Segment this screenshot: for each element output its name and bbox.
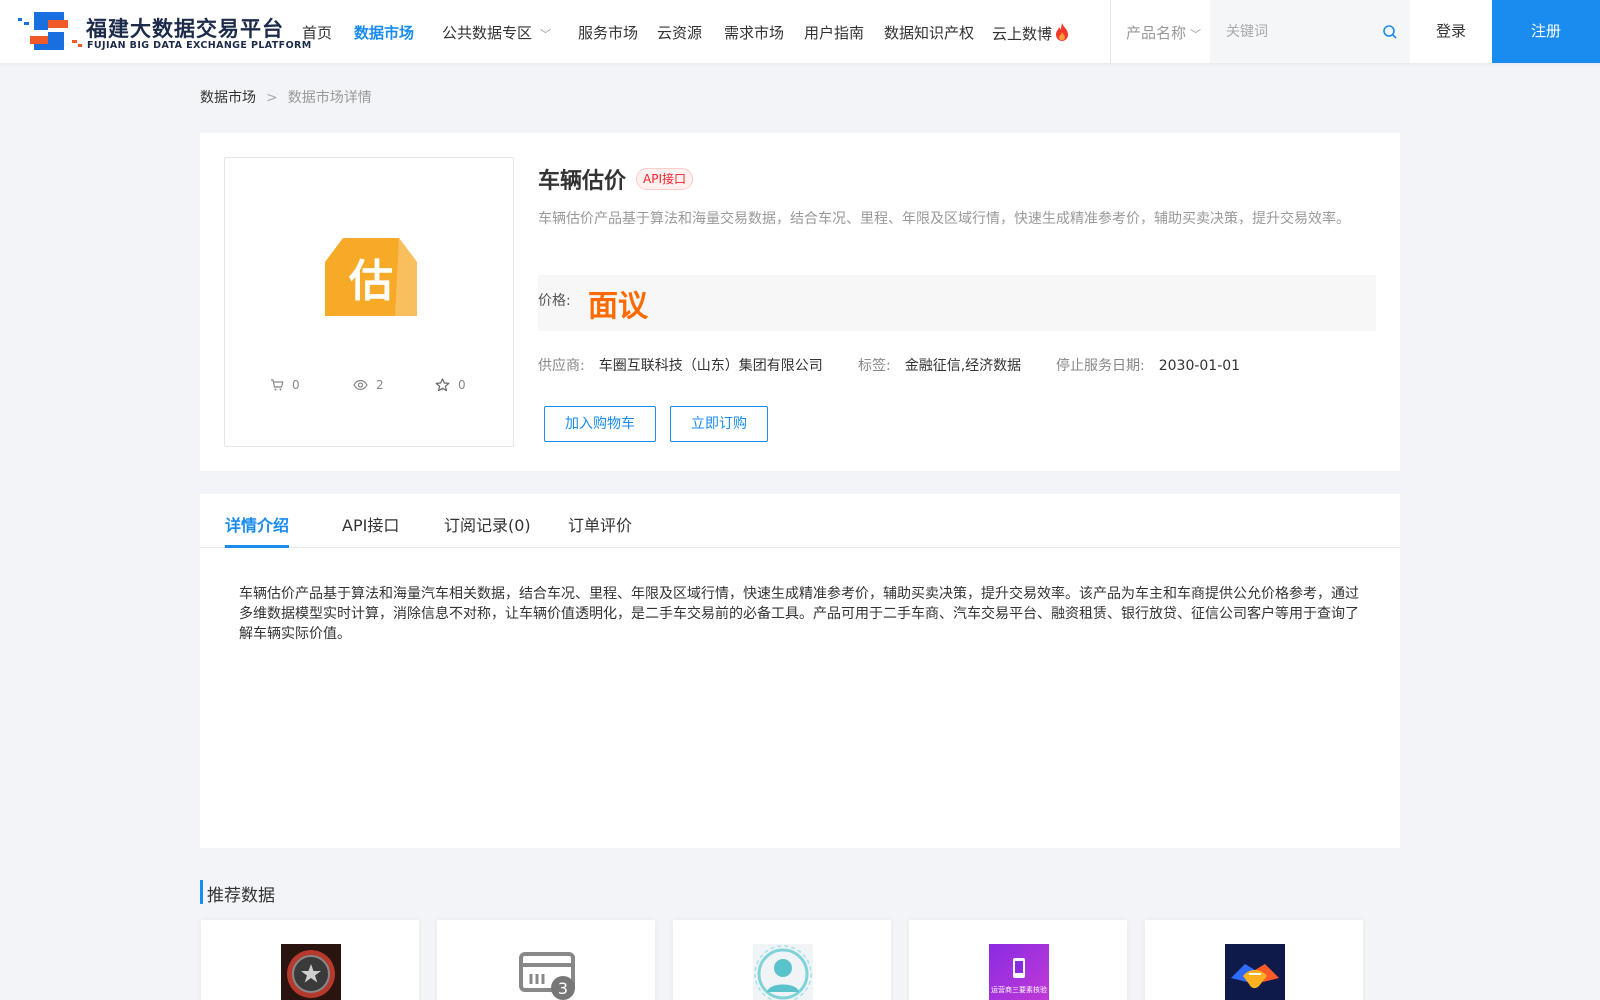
card-count-icon: 3 <box>517 944 577 1000</box>
recommended-card[interactable] <box>673 920 891 1000</box>
brand-name: 福建大数据交易平台 <box>86 17 284 41</box>
search-category-label: 产品名称 <box>1126 24 1187 42</box>
product-title: 车辆估价 <box>538 169 627 194</box>
tab-details[interactable]: 详情介绍 <box>225 512 289 536</box>
view-count-value: 2 <box>376 378 384 392</box>
breadcrumb: 数据市场 > 数据市场详情 <box>200 87 372 107</box>
star-icon <box>435 378 450 392</box>
supplier-info: 供应商: 车圈互联科技（山东）集团有限公司 <box>538 355 823 375</box>
fire-icon <box>1056 23 1069 41</box>
nav-item-home[interactable]: 首页 <box>302 22 332 43</box>
tab-reviews[interactable]: 订单评价 <box>568 512 632 536</box>
nav-item-data-ip[interactable]: 数据知识产权 <box>884 22 974 43</box>
product-image-char: 估 <box>348 256 393 307</box>
price-bar: 价格: 面议 <box>538 275 1376 331</box>
top-header: 福建大数据交易平台 FUJIAN BIG DATA EXCHANGE PLATF… <box>0 0 1600 63</box>
price-value: 面议 <box>588 289 648 324</box>
phone-verify-icon: 运营商三要素核验 <box>989 944 1049 1000</box>
breadcrumb-current: 数据市场详情 <box>287 90 372 106</box>
product-image: 估 <box>325 238 417 316</box>
supplier-value: 车圈互联科技（山东）集团有限公司 <box>598 358 823 374</box>
search-icon[interactable] <box>1382 24 1398 40</box>
nav-item-cloud-expo-label: 云上数博 <box>992 25 1053 43</box>
price-label: 价格: <box>538 293 571 309</box>
nav-item-service-market[interactable]: 服务市场 <box>578 22 638 43</box>
tags-label: 标签: <box>858 358 891 374</box>
end-date-value: 2030-01-01 <box>1158 358 1241 374</box>
supplier-label: 供应商: <box>538 358 585 374</box>
active-tab-indicator <box>225 545 289 548</box>
nav-item-user-guide[interactable]: 用户指南 <box>804 22 864 43</box>
search-box <box>1210 0 1410 63</box>
section-title-accent <box>200 880 203 904</box>
brand-name-en: FUJIAN BIG DATA EXCHANGE PLATFORM <box>87 40 312 51</box>
logo-mark-icon <box>18 12 82 50</box>
nav-item-public-data-label: 公共数据专区 <box>442 24 533 42</box>
recommended-card[interactable]: 3 <box>437 920 655 1000</box>
nav-item-public-data[interactable]: 公共数据专区 ﹀ <box>442 22 551 43</box>
detail-description: 车辆估价产品基于算法和海量汽车相关数据，结合车况、里程、年限及区域行情，快速生成… <box>239 586 1359 642</box>
view-count: 2 <box>353 378 384 392</box>
tab-api[interactable]: API接口 <box>342 512 399 536</box>
site-logo[interactable]: 福建大数据交易平台 FUJIAN BIG DATA EXCHANGE PLATF… <box>16 8 311 56</box>
favorite-count[interactable]: 0 <box>435 378 466 392</box>
tags-info: 标签: 金融征信,经济数据 <box>858 355 1021 375</box>
vault-icon <box>281 944 341 1000</box>
api-badge: API接口 <box>636 168 693 190</box>
recommended-card[interactable] <box>1145 920 1363 1000</box>
breadcrumb-separator: > <box>266 90 278 106</box>
search-category-select[interactable]: 产品名称 ﹀ <box>1126 22 1201 43</box>
tabs-bar: 详情介绍 API接口 订阅记录(0) 订单评价 <box>200 494 1400 548</box>
nav-item-demand-market[interactable]: 需求市场 <box>724 22 784 43</box>
end-date-label: 停止服务日期: <box>1056 358 1145 374</box>
card-count-badge: 3 <box>558 979 568 998</box>
chevron-down-icon: ﹀ <box>1190 28 1202 41</box>
recommended-card[interactable]: 运营商三要素核验 <box>909 920 1127 1000</box>
nav-item-cloud-resources[interactable]: 云资源 <box>657 22 702 43</box>
cart-count-value: 0 <box>292 378 300 392</box>
recommended-title: 推荐数据 <box>207 886 275 906</box>
product-image-box: 估 0 2 0 <box>224 157 514 447</box>
detail-tabs-panel: 详情介绍 API接口 订阅记录(0) 订单评价 车辆估价产品基于算法和海量汽车相… <box>200 494 1400 848</box>
nav-item-cloud-expo[interactable]: 云上数博 <box>992 22 1070 44</box>
header-divider <box>1110 0 1111 63</box>
handshake-icon <box>1225 944 1285 1000</box>
recommended-card[interactable] <box>201 920 419 1000</box>
favorite-count-value: 0 <box>458 378 466 392</box>
product-card: 估 0 2 0 车辆估价 API接口 车辆估价产品基于算法和海量交易数据，结合车… <box>200 133 1400 471</box>
tags-value: 金融征信,经济数据 <box>904 358 1022 374</box>
cart-count: 0 <box>270 378 300 392</box>
tab-subscriptions[interactable]: 订阅记录(0) <box>444 512 531 536</box>
cart-icon <box>271 379 284 391</box>
nav-item-data-market[interactable]: 数据市场 <box>354 22 414 43</box>
register-button[interactable]: 注册 <box>1492 0 1600 63</box>
face-scan-icon <box>753 944 813 1000</box>
chevron-down-icon: ﹀ <box>540 28 552 41</box>
add-to-cart-button[interactable]: 加入购物车 <box>544 406 656 442</box>
login-button[interactable]: 登录 <box>1410 0 1492 63</box>
buy-now-button[interactable]: 立即订购 <box>670 406 768 442</box>
breadcrumb-root[interactable]: 数据市场 <box>200 90 256 106</box>
eye-icon <box>353 379 368 391</box>
product-description: 车辆估价产品基于算法和海量交易数据，结合车况、里程、年限及区域行情，快速生成精准… <box>538 211 1350 227</box>
search-input[interactable] <box>1226 20 1366 44</box>
phone-verify-caption: 运营商三要素核验 <box>991 985 1047 994</box>
end-date-info: 停止服务日期: 2030-01-01 <box>1056 355 1240 375</box>
